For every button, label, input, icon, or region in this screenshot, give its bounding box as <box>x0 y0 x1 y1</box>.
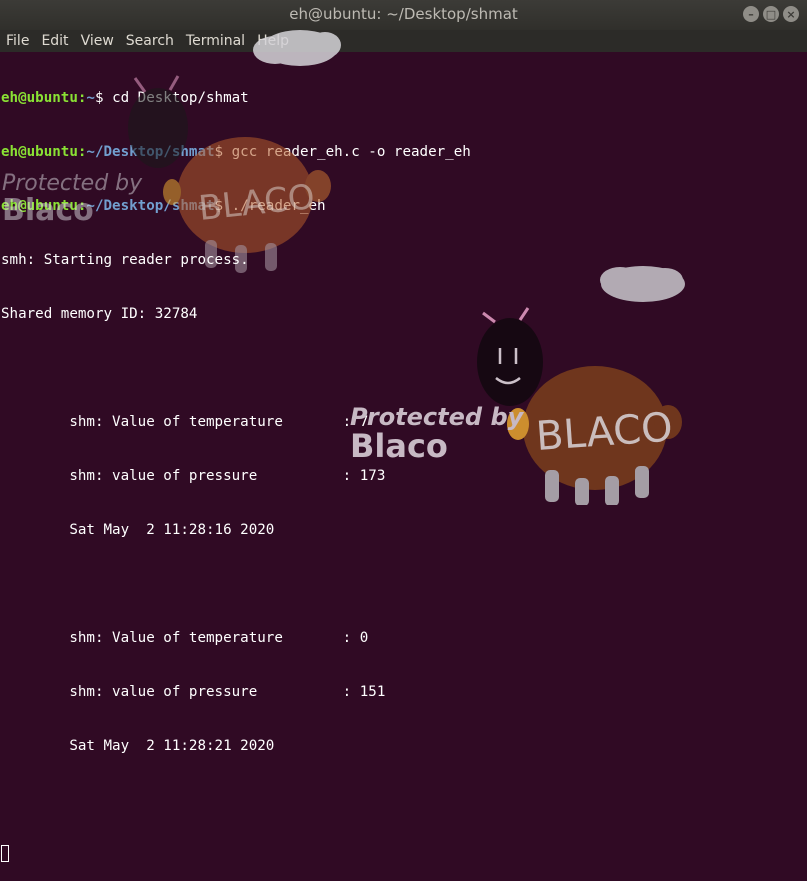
cursor-line <box>0 845 807 863</box>
window-titlebar[interactable]: eh@ubuntu: ~/Desktop/shmat – □ × <box>0 0 807 30</box>
prompt-line: eh@ubuntu:~$ cd Desktop/shmat <box>1 90 249 106</box>
output-line: Sat May 2 11:28:16 2020 <box>1 522 275 538</box>
prompt-user-host: eh@ubuntu <box>1 90 78 106</box>
terminal-output-area[interactable]: eh@ubuntu:~$ cd Desktop/shmat eh@ubuntu:… <box>0 53 807 862</box>
menu-search[interactable]: Search <box>120 33 180 49</box>
terminal-cursor <box>1 845 9 862</box>
prompt-command: gcc reader_eh.c -o reader_eh <box>231 144 471 160</box>
menu-edit[interactable]: Edit <box>35 33 74 49</box>
minimize-button[interactable]: – <box>743 6 759 22</box>
menu-file[interactable]: File <box>0 33 35 49</box>
menu-view[interactable]: View <box>75 33 120 49</box>
prompt-line: eh@ubuntu:~/Desktop/shmat$ ./reader_eh <box>1 198 326 214</box>
output-line: shm: value of pressure : 151 <box>1 684 386 700</box>
prompt-path: ~/Desktop/shmat <box>86 198 215 214</box>
output-line: shm: value of pressure : 173 <box>1 468 386 484</box>
menu-help[interactable]: Help <box>251 33 295 49</box>
output-line: shm: Value of temperature : 0 <box>1 630 369 646</box>
output-line: shm: Value of temperature : 7 <box>1 414 369 430</box>
output-line: Sat May 2 11:28:21 2020 <box>1 738 275 754</box>
menu-bar: File Edit View Search Terminal Help <box>0 30 807 52</box>
window-title: eh@ubuntu: ~/Desktop/shmat <box>289 5 518 23</box>
menu-terminal[interactable]: Terminal <box>180 33 251 49</box>
prompt-user-host: eh@ubuntu <box>1 198 78 214</box>
prompt-path: ~ <box>86 90 95 106</box>
prompt-line: eh@ubuntu:~/Desktop/shmat$ gcc reader_eh… <box>1 144 471 160</box>
maximize-button[interactable]: □ <box>763 6 779 22</box>
window-controls: – □ × <box>743 6 799 22</box>
prompt-user-host: eh@ubuntu <box>1 144 78 160</box>
prompt-command: cd Desktop/shmat <box>112 90 249 106</box>
output-line: Shared memory ID: 32784 <box>1 306 198 322</box>
output-line: smh: Starting reader process. <box>1 252 249 268</box>
prompt-command: ./reader_eh <box>231 198 326 214</box>
prompt-path: ~/Desktop/shmat <box>86 144 215 160</box>
close-button[interactable]: × <box>783 6 799 22</box>
